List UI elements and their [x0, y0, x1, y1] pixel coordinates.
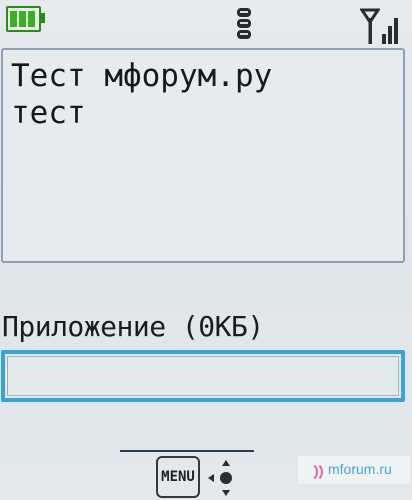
- navigation-key-icon[interactable]: [208, 458, 240, 498]
- message-text: Тест мфорум.ру тест: [11, 58, 273, 131]
- battery-icon: [6, 6, 45, 32]
- attachment-label: Приложение (0КБ): [2, 310, 264, 343]
- watermark: mforum.ru: [298, 456, 410, 484]
- attachment-field-value: [7, 356, 399, 396]
- status-bar: [0, 0, 412, 46]
- mforum-logo-icon: [304, 460, 326, 482]
- signal-strength-icon: [360, 8, 398, 44]
- watermark-text: mforum.ru: [328, 461, 392, 477]
- message-text-area[interactable]: Тест мфорум.ру тест: [1, 48, 405, 263]
- softkey-divider: [120, 450, 254, 452]
- menu-key-icon[interactable]: MENU: [156, 456, 200, 498]
- menu-key-label: MENU: [161, 468, 195, 485]
- attachment-field[interactable]: [1, 350, 405, 402]
- phone-memory-icon: [237, 8, 251, 40]
